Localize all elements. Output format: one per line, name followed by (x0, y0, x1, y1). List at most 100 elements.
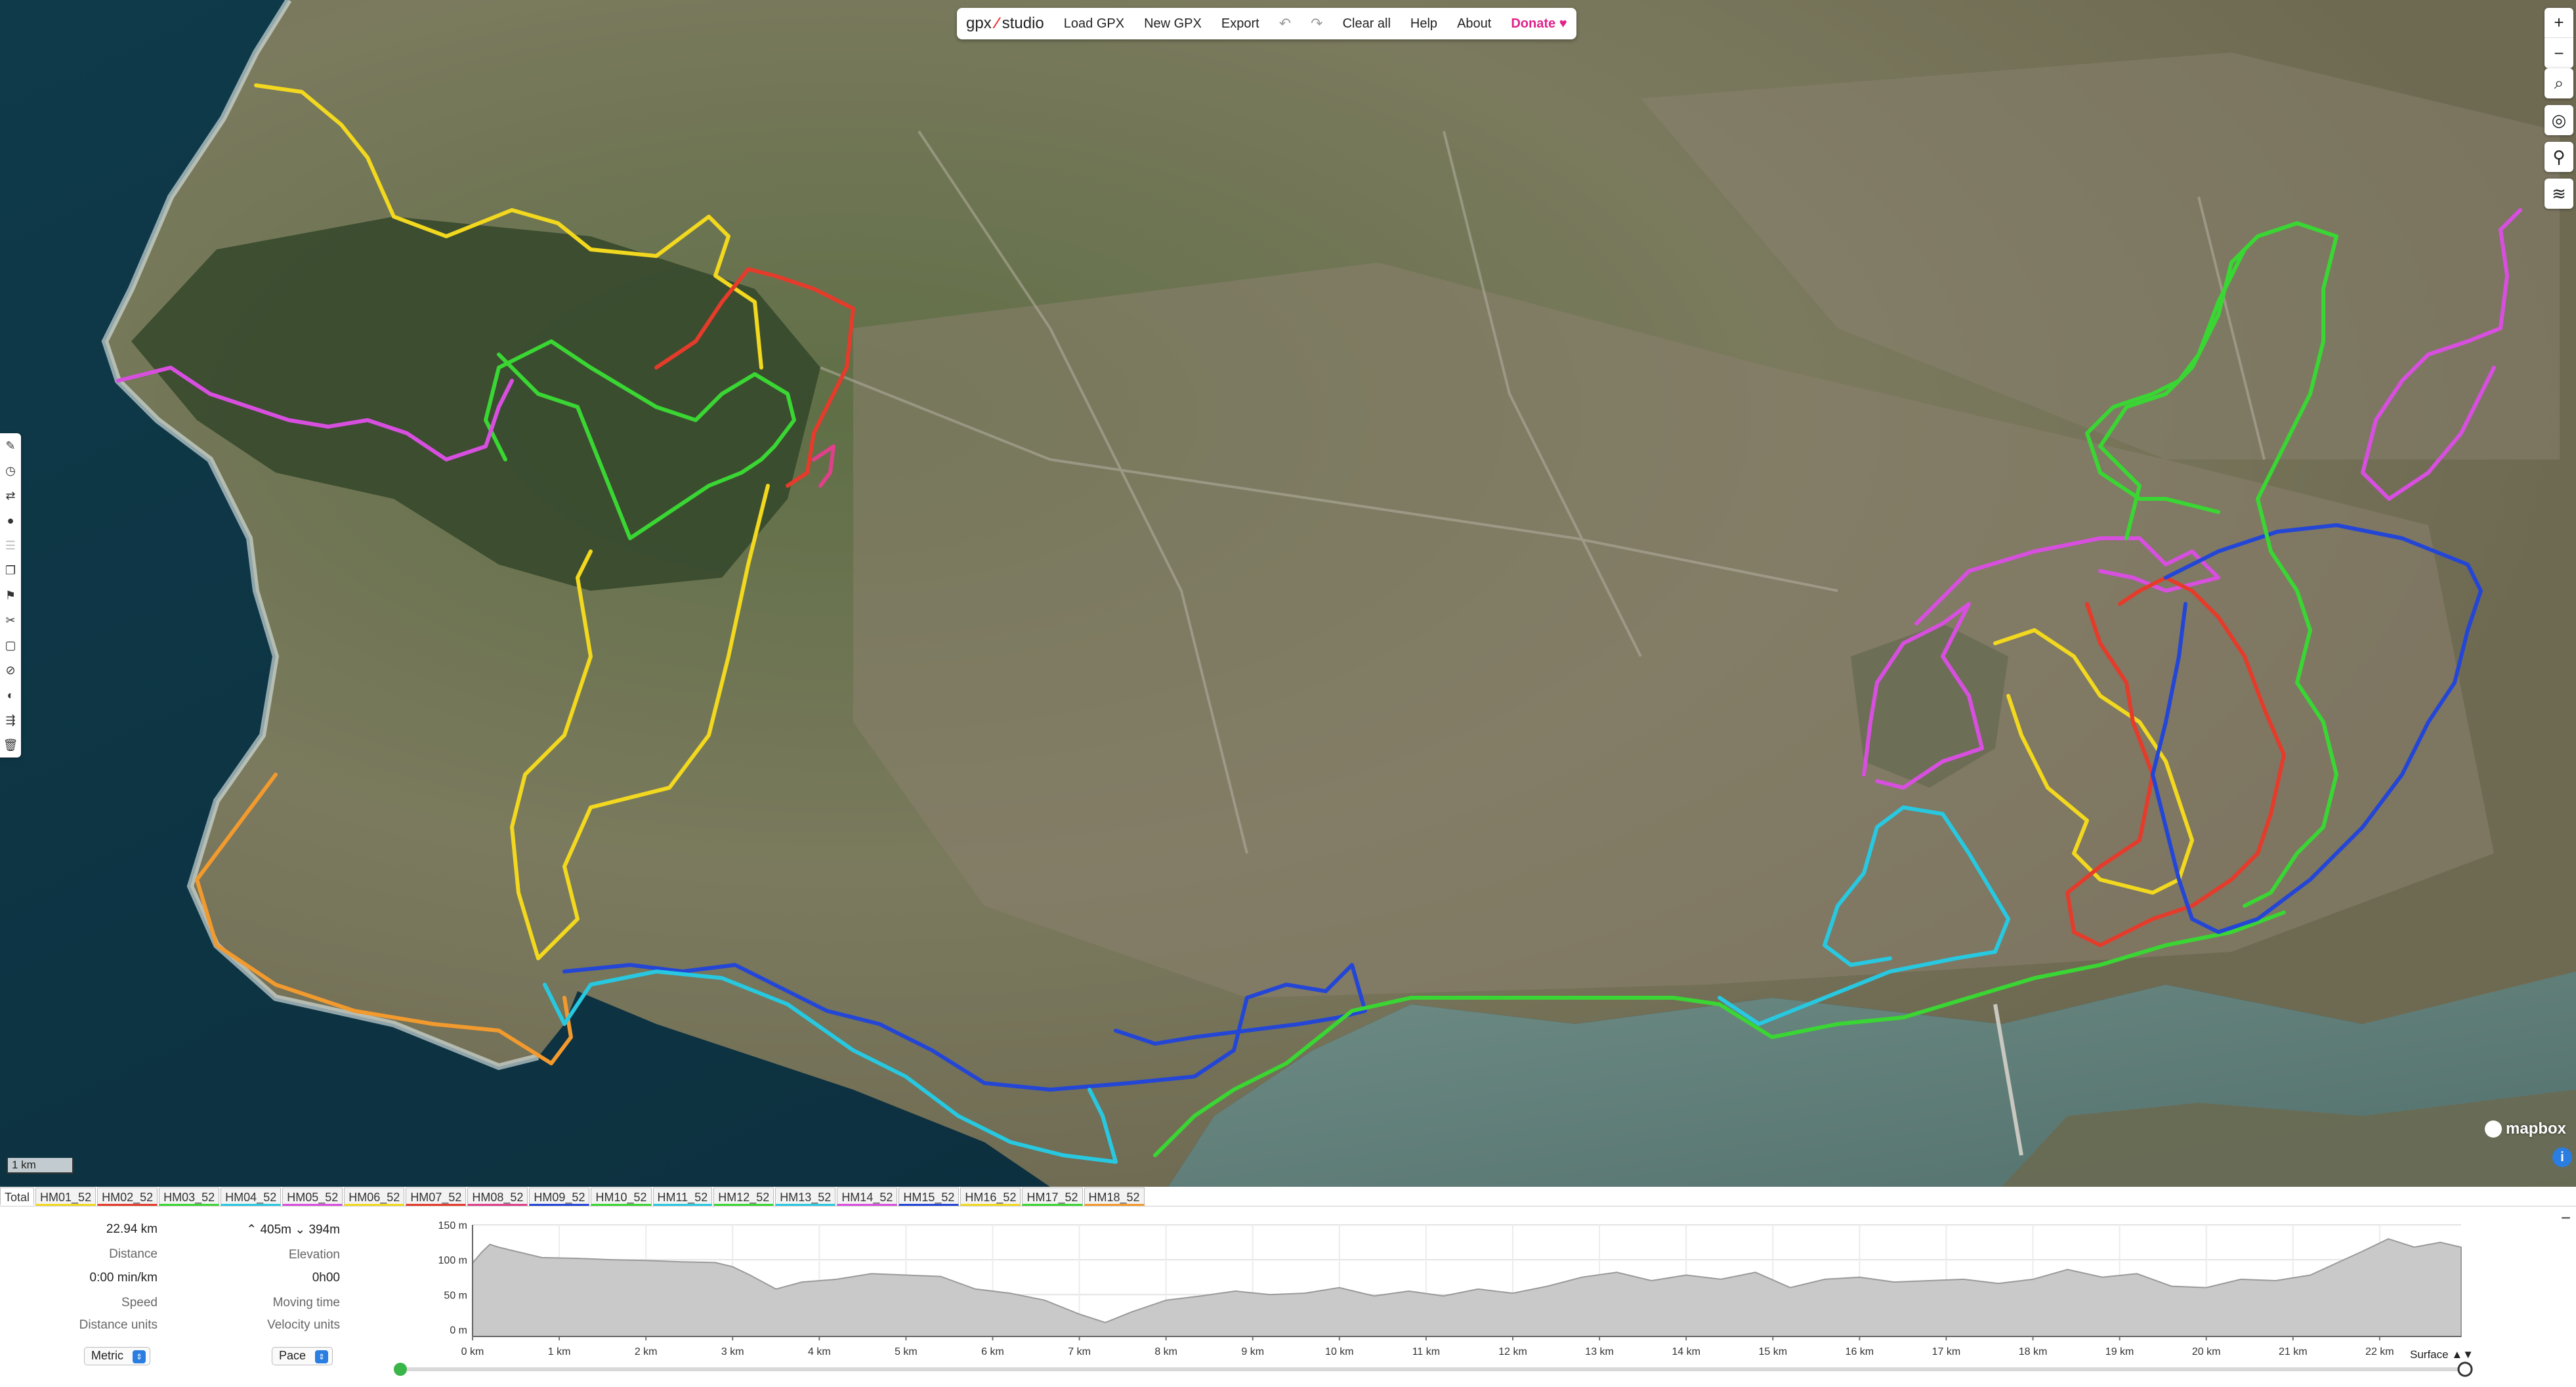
x-tick-label: 16 km (1846, 1346, 1874, 1357)
tab-track[interactable]: HM07_52 (406, 1187, 467, 1206)
hide-icon[interactable]: ⊘ (2, 662, 19, 679)
app-logo[interactable]: gpx ⁄ studio (966, 14, 1044, 33)
distance-label: Distance (109, 1247, 158, 1261)
tab-total[interactable]: Total (0, 1187, 35, 1206)
y-tick-label: 150 m (438, 1220, 467, 1231)
x-tick-label: 18 km (2019, 1346, 2048, 1357)
distance-stat: 22.94 km Distance (0, 1222, 158, 1262)
speed-value: 0:00 min/km (89, 1271, 158, 1285)
x-tick-label: 17 km (1932, 1346, 1961, 1357)
mapbox-icon (2485, 1120, 2502, 1138)
tab-track[interactable]: HM15_52 (898, 1187, 960, 1206)
scissors-icon[interactable]: ✂ (2, 612, 19, 629)
satellite-map[interactable] (0, 0, 2576, 1187)
velocity-units-value: Pace (279, 1349, 306, 1362)
waypoint-icon[interactable]: ● (2, 512, 19, 529)
layers-icon[interactable]: ≋ (2544, 179, 2573, 209)
donate-label: Donate (1511, 16, 1556, 31)
x-tick-label: 14 km (1672, 1346, 1700, 1357)
x-tick-label: 21 km (2279, 1346, 2308, 1357)
donate-button[interactable]: Donate ♥ (1511, 16, 1567, 32)
velocity-units-label: Velocity units (267, 1318, 340, 1332)
distance-units-select[interactable]: Metric ⇕ (84, 1347, 150, 1365)
pin-icon[interactable]: ⚑ (2, 587, 19, 604)
export-button[interactable]: Export (1221, 16, 1259, 32)
tab-track[interactable]: HM16_52 (960, 1187, 1021, 1206)
brand-right: studio (1002, 14, 1044, 32)
undo-icon[interactable]: ↶ (1279, 15, 1291, 32)
x-tick-label: 22 km (2365, 1346, 2394, 1357)
x-tick-label: 3 km (721, 1346, 744, 1357)
elevation-label: Elevation (288, 1248, 340, 1262)
elevation-down: 394m (308, 1223, 340, 1237)
zoom-out-icon[interactable]: − (2544, 38, 2573, 68)
search-icon[interactable]: ⌕ (2544, 68, 2573, 98)
x-tick-label: 12 km (1498, 1346, 1527, 1357)
y-tick-label: 50 m (444, 1290, 467, 1301)
tab-track[interactable]: HM13_52 (775, 1187, 836, 1206)
x-tick-label: 4 km (808, 1346, 831, 1357)
tab-track[interactable]: HM01_52 (35, 1187, 96, 1206)
distance-units: Distance units (0, 1318, 158, 1333)
x-tick-label: 8 km (1154, 1346, 1177, 1357)
elevation-chart[interactable]: 150 m 100 m 50 m 0 m 0 km 1 km 2 km 3 km 4 km 5 k… (394, 1218, 2494, 1386)
redo-icon[interactable]: ↷ (1311, 15, 1322, 32)
moving-time-label: Moving time (272, 1296, 340, 1310)
load-gpx-button[interactable]: Load GPX (1064, 16, 1124, 32)
top-toolbar: gpx ⁄ studio Load GPX New GPX Export ↶ ↷… (957, 8, 1576, 39)
tab-track[interactable]: HM14_52 (837, 1187, 898, 1206)
crop-icon[interactable]: ▢ (2, 637, 19, 654)
sort-icon: ▲▼ (2451, 1348, 2474, 1361)
locate-icon[interactable]: ◎ (2544, 105, 2573, 135)
collapse-panel-icon[interactable]: − (2561, 1208, 2571, 1228)
surface-label: Surface (2410, 1348, 2449, 1361)
distance-value: 22.94 km (106, 1222, 158, 1236)
tab-track[interactable]: HM11_52 (652, 1187, 713, 1206)
info-icon[interactable]: i (2552, 1147, 2572, 1167)
y-tick-label: 0 m (450, 1325, 467, 1336)
merge-icon[interactable]: ⇶ (2, 712, 19, 729)
tab-track[interactable]: HM10_52 (591, 1187, 652, 1206)
tab-track[interactable]: HM12_52 (713, 1187, 774, 1206)
tab-track[interactable]: HM06_52 (344, 1187, 405, 1206)
tab-track[interactable]: HM17_52 (1022, 1187, 1083, 1206)
clear-all-button[interactable]: Clear all (1343, 16, 1391, 32)
tab-track[interactable]: HM03_52 (159, 1187, 220, 1206)
reverse-icon[interactable]: ⇄ (2, 487, 19, 504)
x-tick-label: 19 km (2105, 1346, 2134, 1357)
x-tick-label: 13 km (1585, 1346, 1614, 1357)
x-tick-label: 0 km (461, 1346, 484, 1357)
x-tick-label: 7 km (1068, 1346, 1091, 1357)
y-tick-label: 100 m (438, 1255, 467, 1266)
new-gpx-button[interactable]: New GPX (1144, 16, 1202, 32)
copy-icon[interactable]: ❐ (2, 562, 19, 579)
distance-units-value: Metric (91, 1349, 123, 1362)
tab-track[interactable]: HM04_52 (221, 1187, 282, 1206)
range-slider-end-handle[interactable] (2457, 1361, 2473, 1377)
help-button[interactable]: Help (1410, 16, 1437, 32)
map-view[interactable]: gpx ⁄ studio Load GPX New GPX Export ↶ ↷… (0, 0, 2576, 1187)
about-button[interactable]: About (1457, 16, 1491, 32)
pencil-icon[interactable]: ✎ (2, 437, 19, 454)
elevation-up-icon: ⌃ (246, 1223, 257, 1237)
palette-icon[interactable]: ◐ (2, 687, 19, 704)
velocity-units-select[interactable]: Pace ⇕ (272, 1347, 333, 1365)
x-tick-label: 20 km (2192, 1346, 2221, 1357)
range-slider-start-handle[interactable] (394, 1363, 407, 1376)
tab-track[interactable]: HM09_52 (529, 1187, 590, 1206)
zoom-in-icon[interactable]: + (2544, 8, 2573, 38)
time-icon[interactable]: ◷ (2, 462, 19, 479)
moving-time-stat: 0h00 Moving time (182, 1271, 340, 1310)
person-icon[interactable]: ⚲ (2544, 142, 2573, 172)
surface-selector[interactable]: Surface ▲▼ (2410, 1348, 2474, 1361)
tab-track[interactable]: HM18_52 (1084, 1187, 1145, 1206)
distance-units-label: Distance units (79, 1318, 158, 1332)
trash-icon[interactable]: 🗑 (2, 736, 19, 754)
list-icon[interactable]: ☰ (2, 537, 19, 554)
tab-track[interactable]: HM02_52 (97, 1187, 158, 1206)
x-tick-label: 1 km (548, 1346, 571, 1357)
tab-track[interactable]: HM05_52 (282, 1187, 343, 1206)
select-chevron-icon: ⇕ (133, 1350, 146, 1363)
tab-track[interactable]: HM08_52 (467, 1187, 528, 1206)
x-tick-label: 2 km (635, 1346, 658, 1357)
